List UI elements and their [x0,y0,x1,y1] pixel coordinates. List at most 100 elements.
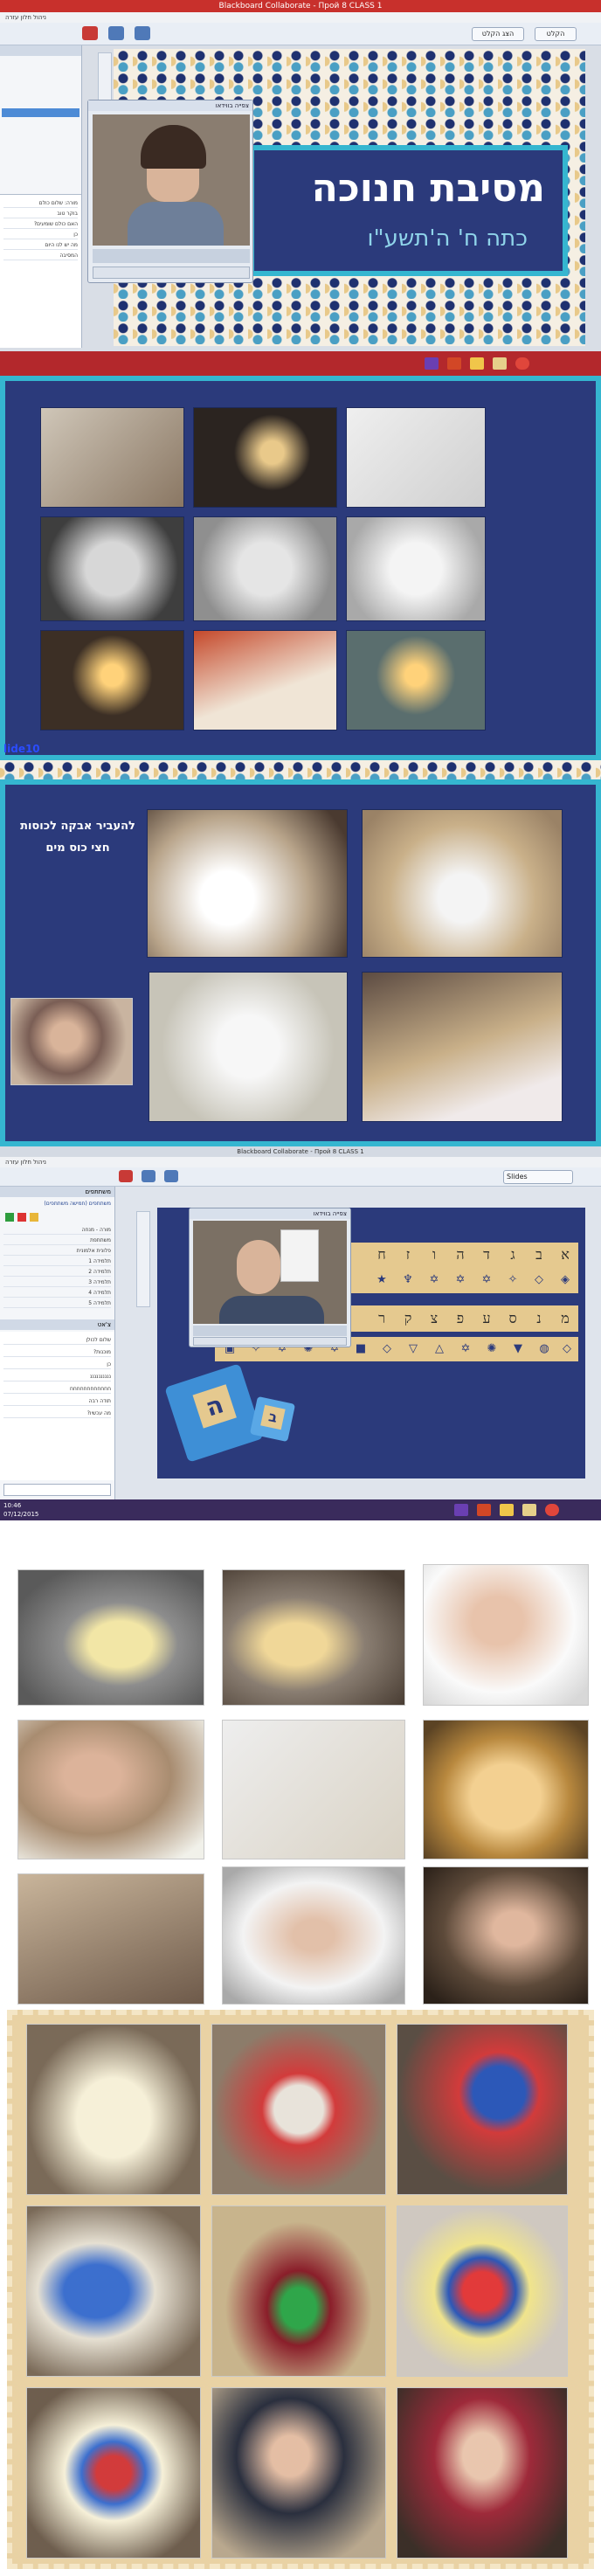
photo-9 [346,630,486,731]
letter-key[interactable]: ד [473,1244,500,1265]
letter-key[interactable]: ו [421,1244,447,1265]
powerpoint-icon[interactable] [447,357,461,370]
letter-key[interactable]: פ [447,1308,473,1329]
webcam-window[interactable]: צפייה בווידאו [87,100,253,283]
star-of-david-icon[interactable]: ✡ [458,1341,473,1357]
explorer-icon[interactable] [470,357,484,370]
chat-line: שלום לכולן [3,1337,111,1345]
letter-key[interactable]: צ [421,1308,447,1329]
webcam-window-2[interactable]: צפייה בווידאו [189,1208,351,1347]
triangle-down-icon[interactable]: ▽ [405,1341,421,1357]
main-toolbar: הקלט הצג הקלט [0,23,601,45]
participant-highlight[interactable] [2,108,79,117]
menu-bar: ניהול חלון עזרה [0,12,601,23]
cups-photo-4 [362,972,563,1122]
participant-row[interactable]: תלמידה 5 [3,1300,111,1308]
collage1-photo-7 [17,1873,204,2005]
record-button[interactable]: הקלט [535,27,577,41]
collage1-photo-5 [222,1720,405,1859]
participant-row[interactable]: תלמידה 4 [3,1290,111,1298]
share-icon[interactable] [142,1170,155,1182]
share-icon[interactable] [108,26,124,40]
screenshot-window-2: Blackboard Collaborate - Прой 8 CLASS 1 … [0,1146,601,1520]
collage1-photo-1 [17,1569,204,1706]
letter-key[interactable]: ס [500,1308,526,1329]
chat-line: מוכנות? [3,1349,111,1357]
collage1-photo-6 [423,1720,589,1859]
participant-row[interactable]: מורה - מנחה [3,1227,111,1235]
diamond-icon[interactable]: ◇ [379,1341,395,1357]
filled-square-icon[interactable]: ■ [353,1341,369,1357]
letter-key[interactable]: ר [369,1308,395,1329]
diamond-icon[interactable]: ◇ [531,1272,547,1288]
explorer-icon[interactable] [500,1504,514,1516]
page-select[interactable]: Slides [503,1170,573,1184]
letter-key[interactable]: ז [395,1244,421,1265]
chat-line: כן [3,1361,111,1369]
folder-icon[interactable] [522,1504,536,1516]
star-outline-icon[interactable]: ✧ [505,1272,521,1288]
chat-title: צ'אט [0,1319,114,1330]
participant-row[interactable]: תלמידה 2 [3,1269,111,1277]
desktop-icon[interactable] [164,1170,178,1182]
filled-triangle-icon[interactable]: ▼ [510,1341,526,1357]
start-icon[interactable] [425,357,439,370]
camera-icon[interactable] [82,26,98,40]
taskbar [0,351,601,376]
diamond-icon[interactable]: ◇ [559,1341,575,1357]
menu-text-2[interactable]: ניהול חלון עזרה [5,1159,46,1166]
participant-row[interactable]: תלמידה 1 [3,1258,111,1266]
letter-key[interactable]: ב [526,1244,552,1265]
slide-title-box: מסיבת חנוכה כתה ח' ה'תשע"ו [249,145,568,276]
letter-key[interactable]: ה [447,1244,473,1265]
participant-row[interactable]: משתתפת [3,1237,111,1245]
chat-input[interactable] [3,1484,111,1496]
slide-caption: להעביר אבקה לכוסות חצי כוס מים [12,820,143,855]
photo-5 [193,516,337,621]
camera-icon[interactable] [119,1170,133,1182]
powerpoint-icon[interactable] [477,1504,491,1516]
letter-key[interactable]: ג [500,1244,526,1265]
letter-key[interactable]: ע [473,1308,500,1329]
slide-number-label: lide10 [3,743,40,755]
triangle-up-icon[interactable]: △ [432,1341,447,1357]
start-icon[interactable] [454,1504,468,1516]
slide-title: מסיבת חנוכה [311,166,545,211]
star-of-david-icon[interactable]: ✡ [479,1272,494,1288]
dreidel-letter: ב [260,1404,286,1430]
letter-key[interactable]: א [552,1244,578,1265]
caption-line-2: חצי כוס מים [45,841,110,855]
webcam-controls[interactable] [93,267,250,279]
menu-bar-2: ניהול חלון עזרה [0,1157,601,1167]
desktop-icon[interactable] [135,26,150,40]
star-of-david-icon[interactable]: ✡ [452,1272,468,1288]
letter-key[interactable]: ח [369,1244,395,1265]
photo-collage-2 [0,2010,601,2576]
participant-title: משתתפים (חמישה משתתפים) [44,1201,111,1207]
photo-1 [40,407,184,508]
letter-key[interactable]: נ [526,1308,552,1329]
diamond-icon[interactable]: ◈ [557,1272,573,1288]
chat-line: ננננננננננ [3,1374,111,1381]
sun-icon[interactable]: ✺ [484,1341,500,1357]
letter-key[interactable]: מ [552,1308,578,1329]
letters-panel-2: מ נ ס ע פ צ ק ר [344,1305,578,1332]
chrome-icon[interactable] [515,357,529,370]
window-title: Blackboard Collaborate - Прой 8 CLASS 1 [218,2,383,10]
letter-key[interactable]: ק [395,1308,421,1329]
participant-row[interactable]: תלמידה 3 [3,1279,111,1287]
menorah-symbol-icon[interactable]: ♆ [400,1272,416,1288]
participant-row[interactable]: פלונית אלמונית [3,1248,111,1256]
webcam-thumbs [93,249,250,263]
cookie-photo-1 [26,2024,201,2195]
circle-icon[interactable]: ◍ [536,1341,552,1357]
chrome-icon[interactable] [545,1504,559,1516]
menu-text[interactable]: ניהול חלון עזרה [5,14,46,21]
chat-line: תודה רבה [3,1398,111,1406]
folder-icon[interactable] [493,357,507,370]
webcam-controls-2[interactable] [193,1337,347,1346]
star-of-david-icon[interactable]: ✡ [426,1272,442,1288]
show-record-button[interactable]: הצג הקלט [472,27,524,41]
star-symbol-icon[interactable]: ★ [374,1272,390,1288]
caption-line-1: להעביר אבקה לכוסות [20,820,135,833]
